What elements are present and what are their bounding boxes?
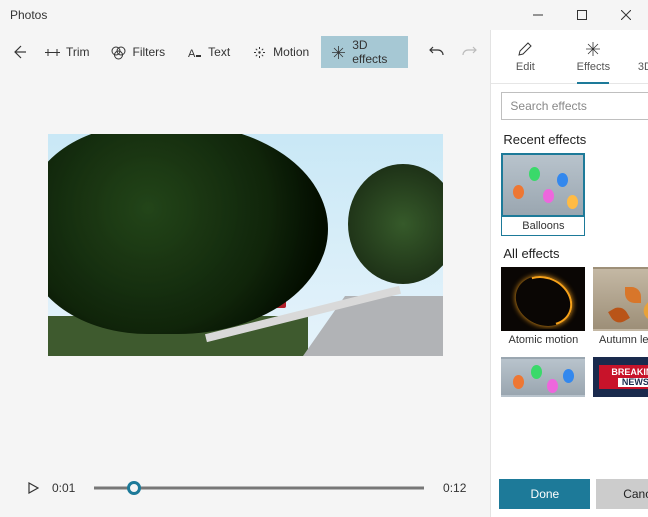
editor-pane: Trim Filters A Text Motion 3D effects (0, 30, 491, 517)
effect-card-balloons[interactable]: Balloons (501, 153, 585, 236)
tab-3d-library[interactable]: 3D library (627, 30, 648, 83)
done-button[interactable]: Done (499, 479, 590, 509)
trim-button[interactable]: Trim (35, 36, 100, 68)
maximize-button[interactable] (560, 0, 604, 30)
window-title: Photos (0, 8, 47, 22)
motion-icon (252, 45, 267, 60)
filters-label: Filters (132, 45, 165, 59)
tab-effects-label: Effects (577, 61, 610, 73)
undo-button[interactable] (421, 36, 452, 68)
effect-label: Balloons (501, 217, 585, 236)
effect-thumb (501, 153, 585, 217)
video-preview[interactable] (48, 134, 443, 356)
text-icon: A (187, 45, 202, 60)
tab-effects[interactable]: Effects (559, 30, 627, 83)
svg-text:A: A (188, 48, 196, 60)
tab-edit-label: Edit (516, 61, 535, 73)
motion-label: Motion (273, 45, 309, 59)
recent-effects-header: Recent effects (503, 132, 586, 147)
filters-icon (111, 45, 126, 60)
redo-button[interactable] (454, 36, 485, 68)
motion-button[interactable]: Motion (242, 36, 319, 68)
time-current: 0:01 (52, 481, 84, 495)
3d-effects-button[interactable]: 3D effects (321, 36, 408, 68)
time-total: 0:12 (434, 481, 466, 495)
text-label: Text (208, 45, 230, 59)
effect-thumb (501, 357, 585, 397)
sparkle-icon (331, 45, 346, 60)
effect-card-atomic-motion[interactable]: Atomic motion (501, 267, 585, 349)
effect-label: Atomic motion (501, 331, 585, 349)
tab-library-label: 3D library (638, 61, 648, 73)
text-button[interactable]: A Text (177, 36, 240, 68)
effect-label: Autumn leaves (593, 331, 648, 349)
effect-thumb (593, 267, 648, 331)
3d-effects-label: 3D effects (352, 38, 398, 66)
pencil-icon (516, 40, 534, 58)
search-effects[interactable] (501, 92, 648, 120)
effect-card-balloons-2[interactable] (501, 357, 585, 397)
filters-button[interactable]: Filters (101, 36, 175, 68)
trim-label: Trim (66, 45, 90, 59)
title-bar: Photos (0, 0, 648, 30)
cancel-button[interactable]: Cancel (596, 479, 648, 509)
close-button[interactable] (604, 0, 648, 30)
toolbar: Trim Filters A Text Motion 3D effects (0, 30, 490, 74)
effect-card-breaking-news[interactable]: BREAKINGNEWS (593, 357, 648, 397)
timeline-slider[interactable] (94, 473, 424, 503)
minimize-button[interactable] (516, 0, 560, 30)
trim-icon (45, 45, 60, 60)
sparkle-icon (584, 40, 602, 58)
search-input[interactable] (508, 98, 648, 114)
tab-edit[interactable]: Edit (491, 30, 559, 83)
play-button[interactable] (24, 479, 42, 497)
back-button[interactable] (6, 37, 33, 67)
all-effects-header: All effects (503, 246, 559, 261)
timeline-handle[interactable] (127, 481, 141, 495)
effects-panel: Edit Effects 3D library Recent effects C… (491, 30, 648, 517)
effect-thumb: BREAKINGNEWS (593, 357, 648, 397)
effect-card-autumn-leaves[interactable]: Autumn leaves (593, 267, 648, 349)
effect-thumb (501, 267, 585, 331)
